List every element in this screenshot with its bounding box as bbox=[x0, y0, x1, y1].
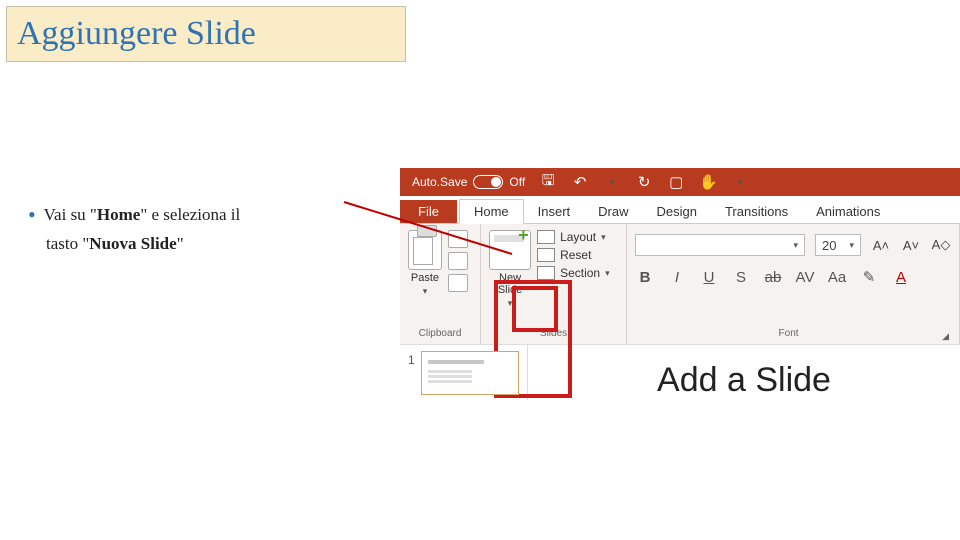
section-button[interactable]: Section▾ bbox=[537, 266, 610, 280]
new-slide-icon: + bbox=[489, 230, 531, 270]
font-dialog-launcher[interactable]: ◢ bbox=[942, 331, 951, 342]
tab-design[interactable]: Design bbox=[643, 200, 711, 223]
bullet-marker: • bbox=[28, 202, 36, 227]
group-font: ▾ 20▾ A˄ A˅ A◇ B I U S ab AV Aa ✎ bbox=[627, 224, 960, 344]
strike-button[interactable]: ab bbox=[763, 269, 783, 286]
bullet-part3b: " bbox=[177, 234, 184, 253]
cut-icon[interactable] bbox=[448, 230, 468, 248]
paste-button[interactable]: Paste ▾ bbox=[408, 230, 442, 297]
section-icon bbox=[537, 266, 555, 280]
paste-label: Paste bbox=[411, 272, 439, 284]
layout-icon bbox=[537, 230, 555, 244]
layout-button[interactable]: Layout▾ bbox=[537, 230, 610, 244]
tab-draw[interactable]: Draw bbox=[584, 200, 642, 223]
copy-icon[interactable] bbox=[448, 252, 468, 270]
format-painter-icon[interactable] bbox=[448, 274, 468, 292]
bullet-text: • Vai su "Home" e seleziona il tasto "Nu… bbox=[28, 195, 368, 257]
font-name-field[interactable]: ▾ bbox=[635, 234, 805, 256]
undo-dropdown[interactable]: ▾ bbox=[603, 177, 621, 188]
slide-thumb-number: 1 bbox=[408, 351, 415, 367]
reset-icon bbox=[537, 248, 555, 262]
section-label: Section bbox=[560, 266, 600, 280]
clear-format-icon[interactable]: A◇ bbox=[931, 237, 951, 253]
new-slide-label: New Slide bbox=[498, 272, 522, 296]
slide-deck: 1 Add a Slide bbox=[400, 344, 960, 400]
font-size-value: 20 bbox=[822, 238, 836, 253]
tab-file[interactable]: File bbox=[400, 200, 457, 223]
case-button[interactable]: Aa bbox=[827, 269, 847, 286]
new-slide-button[interactable]: + New Slide ▾ bbox=[489, 230, 531, 309]
grow-font-icon[interactable]: A˄ bbox=[871, 238, 891, 253]
bullet-home-word: Home bbox=[97, 205, 140, 224]
ribbon-body: Paste ▾ Clipboard + New Slide ▾ bbox=[400, 224, 960, 344]
bullet-part1: Vai su " bbox=[44, 205, 97, 224]
paste-dropdown[interactable]: ▾ bbox=[423, 286, 428, 297]
new-slide-dropdown[interactable]: ▾ bbox=[508, 298, 513, 309]
bullet-nuova-word: Nuova Slide bbox=[89, 234, 176, 253]
powerpoint-screenshot: Auto.Save Off 🖫 ↶ ▾ ↻ ▢ ✋ ▾ File Home In… bbox=[400, 168, 960, 400]
tab-animations[interactable]: Animations bbox=[802, 200, 894, 223]
bullet-part3a: tasto " bbox=[46, 234, 89, 253]
slide-title-box: Aggiungere Slide bbox=[6, 6, 406, 62]
plus-icon: + bbox=[518, 225, 529, 246]
slide-title: Aggiungere Slide bbox=[17, 15, 256, 53]
reset-label: Reset bbox=[560, 248, 591, 262]
spacing-button[interactable]: AV bbox=[795, 269, 815, 286]
shadow-button[interactable]: S bbox=[731, 269, 751, 286]
redo-icon[interactable]: ↻ bbox=[635, 173, 653, 191]
touch-icon[interactable]: ✋ bbox=[699, 173, 717, 191]
layout-label: Layout bbox=[560, 230, 596, 244]
slideshow-icon[interactable]: ▢ bbox=[667, 173, 685, 191]
tab-home[interactable]: Home bbox=[459, 199, 524, 224]
undo-icon[interactable]: ↶ bbox=[571, 173, 589, 191]
titlebar: Auto.Save Off 🖫 ↶ ▾ ↻ ▢ ✋ ▾ bbox=[400, 168, 960, 196]
font-group-label: Font bbox=[635, 328, 942, 342]
paste-icon bbox=[408, 230, 442, 270]
autosave-toggle[interactable]: Auto.Save Off bbox=[412, 175, 525, 189]
toggle-switch[interactable] bbox=[473, 175, 503, 189]
save-icon[interactable]: 🖫 bbox=[539, 170, 557, 195]
group-clipboard: Paste ▾ Clipboard bbox=[400, 224, 481, 344]
slides-group-label: Slides bbox=[489, 328, 618, 342]
slide-canvas-text: Add a Slide bbox=[657, 361, 831, 400]
underline-button[interactable]: U bbox=[699, 269, 719, 286]
qat-dropdown[interactable]: ▾ bbox=[731, 177, 749, 188]
bold-button[interactable]: B bbox=[635, 269, 655, 286]
ribbon-tabs: File Home Insert Draw Design Transitions… bbox=[400, 196, 960, 224]
reset-button[interactable]: Reset bbox=[537, 248, 610, 262]
slide-thumbnail-panel: 1 bbox=[400, 345, 528, 400]
autosave-state: Off bbox=[509, 175, 525, 189]
slide-canvas: Add a Slide bbox=[528, 345, 960, 400]
font-color-icon[interactable]: A bbox=[891, 269, 911, 286]
highlight-color-icon[interactable]: ✎ bbox=[859, 268, 879, 286]
font-size-field[interactable]: 20▾ bbox=[815, 234, 861, 256]
shrink-font-icon[interactable]: A˅ bbox=[901, 238, 921, 253]
bullet-part2: " e seleziona il bbox=[140, 205, 240, 224]
tab-transitions[interactable]: Transitions bbox=[711, 200, 802, 223]
slide-thumbnail[interactable] bbox=[421, 351, 519, 395]
autosave-label: Auto.Save bbox=[412, 175, 467, 189]
clipboard-group-label: Clipboard bbox=[408, 328, 472, 342]
italic-button[interactable]: I bbox=[667, 269, 687, 286]
group-slides: + New Slide ▾ Layout▾ Reset bbox=[481, 224, 627, 344]
tab-insert[interactable]: Insert bbox=[524, 200, 585, 223]
